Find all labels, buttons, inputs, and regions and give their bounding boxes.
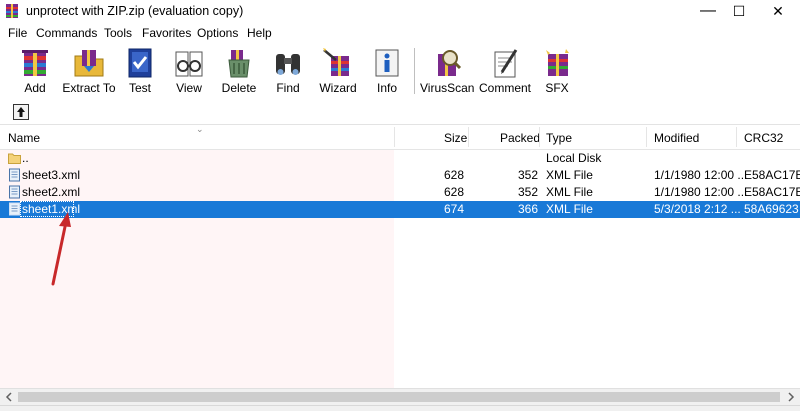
find-button[interactable]: Find bbox=[268, 44, 308, 98]
toolbar: Add Extract To Test View Delete Find Wiz… bbox=[0, 44, 800, 98]
virusscan-label: VirusScan bbox=[420, 81, 475, 95]
comment-button[interactable]: Comment bbox=[478, 44, 532, 98]
column-modified[interactable]: Modified bbox=[654, 131, 699, 145]
file-name: .. bbox=[22, 151, 29, 165]
file-packed: 352 bbox=[518, 185, 539, 199]
scroll-left-arrow-icon[interactable] bbox=[4, 392, 14, 402]
info-button[interactable]: Info bbox=[368, 44, 406, 98]
column-divider[interactable] bbox=[394, 127, 395, 147]
column-divider[interactable] bbox=[539, 127, 540, 147]
annotation-arrow-icon bbox=[51, 212, 71, 286]
column-size[interactable]: Size bbox=[444, 131, 467, 145]
extract-to-icon bbox=[74, 50, 104, 77]
delete-button[interactable]: Delete bbox=[218, 44, 260, 98]
file-type: XML File bbox=[546, 202, 593, 216]
view-label: View bbox=[176, 81, 202, 95]
column-header-row: Name ⌄ Size Packed Type Modified CRC32 bbox=[0, 124, 800, 150]
menu-bar: File Commands Tools Favorites Options He… bbox=[0, 23, 800, 43]
sfx-button[interactable]: SFX bbox=[538, 44, 576, 98]
test-icon bbox=[128, 48, 152, 78]
file-list: Name ⌄ Size Packed Type Modified CRC32 .… bbox=[0, 124, 800, 389]
file-modified: 5/3/2018 2:12 ... bbox=[654, 202, 741, 216]
find-binoculars-icon bbox=[276, 54, 300, 75]
delete-icon bbox=[228, 50, 250, 78]
delete-label: Delete bbox=[221, 81, 257, 95]
file-type: XML File bbox=[546, 168, 593, 182]
menu-tools[interactable]: Tools bbox=[104, 26, 132, 40]
horizontal-scrollbar[interactable] bbox=[0, 388, 800, 406]
scrollbar-thumb[interactable] bbox=[18, 392, 780, 402]
extract-to-label: Extract To bbox=[62, 81, 116, 95]
table-row-selected[interactable]: sheet1.xml 674 366 XML File 5/3/2018 2:1… bbox=[0, 201, 800, 218]
wizard-button[interactable]: Wizard bbox=[316, 44, 360, 98]
file-crc32: E58AC17E bbox=[744, 168, 800, 182]
info-icon bbox=[375, 49, 399, 77]
title-bar: unprotect with ZIP.zip (evaluation copy)… bbox=[0, 0, 800, 22]
scroll-right-arrow-icon[interactable] bbox=[786, 392, 796, 402]
file-size: 674 bbox=[444, 202, 465, 216]
window-title: unprotect with ZIP.zip (evaluation copy) bbox=[26, 4, 244, 18]
file-packed: 366 bbox=[518, 202, 539, 216]
table-row[interactable]: sheet2.xml 628 352 XML File 1/1/1980 12:… bbox=[0, 184, 800, 201]
column-divider[interactable] bbox=[646, 127, 647, 147]
column-type[interactable]: Type bbox=[546, 131, 572, 145]
add-label: Add bbox=[24, 81, 46, 95]
menu-help[interactable]: Help bbox=[247, 26, 272, 40]
xml-file-icon bbox=[9, 185, 20, 199]
menu-file[interactable]: File bbox=[8, 26, 27, 40]
menu-favorites[interactable]: Favorites bbox=[142, 26, 191, 40]
sfx-icon bbox=[546, 49, 569, 76]
status-bar bbox=[0, 405, 800, 411]
view-icon bbox=[175, 51, 203, 77]
add-button[interactable]: Add bbox=[12, 44, 58, 98]
view-button[interactable]: View bbox=[168, 44, 210, 98]
file-modified: 1/1/1980 12:00 ... bbox=[654, 185, 748, 199]
file-packed: 352 bbox=[518, 168, 539, 182]
xml-file-icon bbox=[9, 168, 20, 182]
file-size: 628 bbox=[444, 185, 465, 199]
file-crc32: 58A69623 bbox=[744, 202, 799, 216]
add-archive-icon bbox=[22, 50, 48, 76]
folder-icon bbox=[8, 153, 21, 164]
column-divider[interactable] bbox=[736, 127, 737, 147]
path-bar bbox=[0, 100, 800, 124]
toolbar-separator bbox=[414, 48, 415, 94]
find-label: Find bbox=[276, 81, 300, 95]
file-crc32: E58AC17E bbox=[744, 185, 800, 199]
sort-chevron-icon: ⌄ bbox=[196, 124, 204, 134]
test-label: Test bbox=[128, 81, 151, 95]
maximize-button[interactable]: ☐ bbox=[721, 0, 757, 22]
up-folder-icon[interactable] bbox=[13, 104, 29, 120]
menu-commands[interactable]: Commands bbox=[36, 26, 97, 40]
file-name: sheet3.xml bbox=[22, 168, 81, 182]
file-type: XML File bbox=[546, 185, 593, 199]
virusscan-icon bbox=[438, 50, 462, 76]
close-button[interactable]: ✕ bbox=[760, 0, 796, 22]
column-crc32[interactable]: CRC32 bbox=[744, 131, 783, 145]
table-row[interactable]: sheet3.xml 628 352 XML File 1/1/1980 12:… bbox=[0, 167, 800, 184]
column-packed[interactable]: Packed bbox=[500, 131, 540, 145]
file-name: sheet2.xml bbox=[22, 185, 81, 199]
file-size: 628 bbox=[444, 168, 465, 182]
table-row[interactable]: .. Local Disk bbox=[0, 150, 800, 167]
info-label: Info bbox=[376, 81, 397, 95]
wizard-icon bbox=[323, 48, 349, 76]
menu-options[interactable]: Options bbox=[197, 26, 238, 40]
comment-icon bbox=[494, 49, 518, 78]
virusscan-button[interactable]: VirusScan bbox=[420, 44, 474, 98]
file-type: Local Disk bbox=[546, 151, 602, 165]
column-name[interactable]: Name bbox=[8, 131, 40, 145]
extract-to-button[interactable]: Extract To bbox=[62, 44, 116, 98]
winrar-app-icon[interactable] bbox=[4, 3, 20, 19]
column-divider[interactable] bbox=[468, 127, 469, 147]
comment-label: Comment bbox=[478, 81, 531, 95]
wizard-label: Wizard bbox=[319, 81, 357, 95]
file-modified: 1/1/1980 12:00 ... bbox=[654, 168, 748, 182]
sfx-label: SFX bbox=[545, 81, 569, 95]
test-button[interactable]: Test bbox=[120, 44, 160, 98]
